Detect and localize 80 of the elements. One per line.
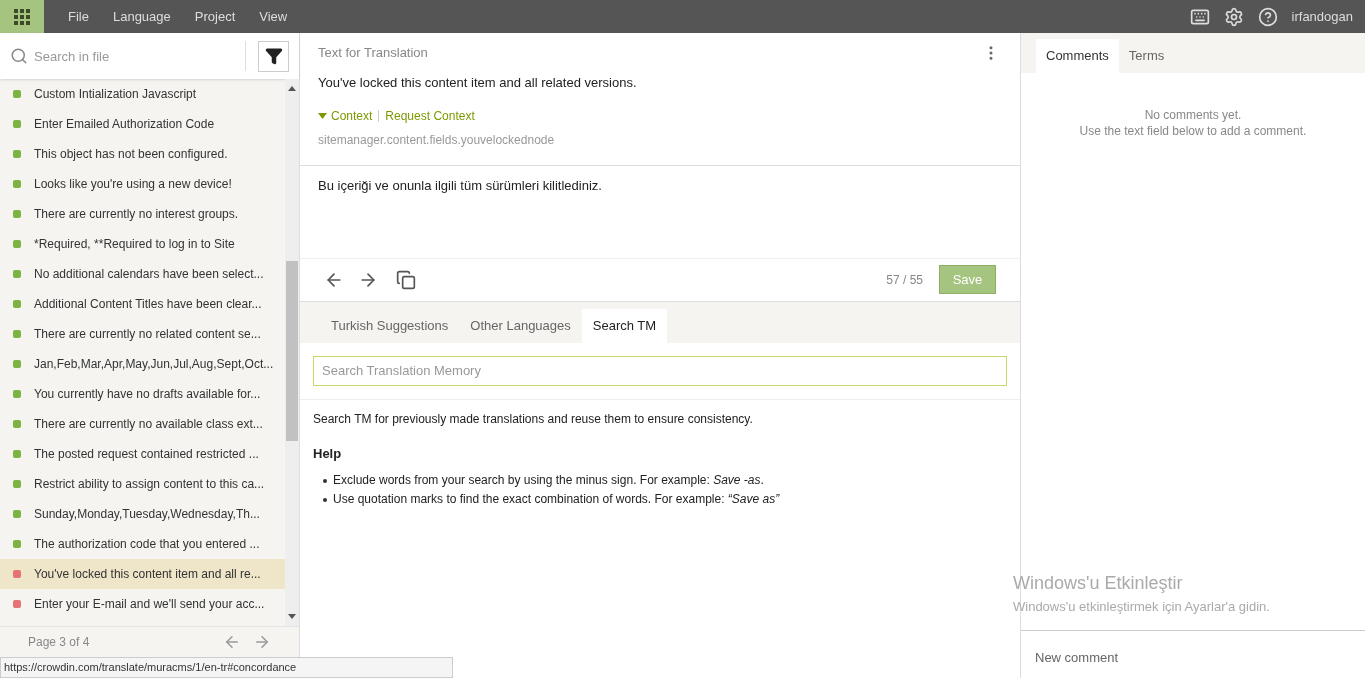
filter-button[interactable]	[258, 40, 289, 72]
suggestion-tab[interactable]: Other Languages	[459, 308, 582, 343]
string-text: There are currently no available class ext...	[34, 416, 263, 433]
menu-item[interactable]: File	[56, 6, 101, 27]
panel-title: Text for Translation	[318, 44, 428, 63]
string-list-item[interactable]: Enter Emailed Authorization Code	[0, 109, 285, 139]
string-list-item[interactable]: No additional calendars have been select...	[0, 259, 285, 289]
scrollbar[interactable]	[285, 79, 299, 626]
string-list-item[interactable]: There are currently no interest groups.	[0, 199, 285, 229]
string-list-item[interactable]: This object has not been configured.	[0, 139, 285, 169]
new-comment-field[interactable]: New comment	[1035, 648, 1351, 668]
string-text: You've locked this content item and all re...	[34, 566, 261, 583]
search-input[interactable]: Search in file	[34, 41, 245, 71]
string-text: You currently have no drafts available for...	[34, 386, 261, 403]
string-key: sitemanager.content.fields.youvelockednode	[318, 130, 1002, 149]
string-list-item[interactable]: There are currently no available class ext...	[0, 409, 285, 439]
character-counter: 57 / 55	[886, 271, 923, 289]
menu-item[interactable]: Project	[182, 6, 248, 27]
help-icon[interactable]	[1257, 6, 1278, 27]
tm-description: Search TM for previously made translations and reuse them to ensure consistency.	[313, 410, 754, 428]
tm-search-field[interactable]: Search Translation Memory	[313, 355, 1007, 386]
string-list-item[interactable]: *Required, **Required to log in to Site	[0, 229, 285, 259]
username[interactable]: irfandogan	[1291, 6, 1353, 27]
empty-comments-text: Use the text field below to add a comment.	[1079, 123, 1307, 139]
string-text: Restrict ability to assign content to this ca...	[34, 476, 265, 493]
help-heading: Help	[313, 444, 343, 463]
string-list-item[interactable]: Custom Intialization Javascript	[0, 79, 285, 109]
string-list-item[interactable]: Additional Content Titles have been clear...	[0, 289, 285, 319]
string-list-item[interactable]: You currently have no drafts available for...	[0, 379, 285, 409]
apps-menu-button[interactable]	[0, 0, 44, 33]
string-text: Looks like you're using a new device!	[34, 176, 232, 193]
string-list-item[interactable]: You've locked this content item and all re...	[0, 559, 285, 589]
string-text: Additional Content Titles have been clear...	[34, 296, 262, 313]
grid-icon	[14, 8, 30, 25]
string-text: The posted request contained restricted ...	[34, 446, 259, 463]
string-list-item[interactable]: There are currently no related content se...	[0, 319, 285, 349]
bullet-icon	[323, 497, 327, 502]
string-list-item[interactable]: Sunday,Monday,Tuesday,Wednesday,Th...	[0, 499, 285, 529]
string-list-item[interactable]: Restrict ability to assign content to this ca...	[0, 469, 285, 499]
string-text: This object has not been configured.	[34, 146, 228, 163]
string-list-item[interactable]: The posted request contained restricted ...	[0, 439, 285, 469]
scroll-up-icon[interactable]	[288, 85, 296, 91]
string-text: *Required, **Required to log in to Site	[34, 236, 235, 253]
string-text: The authorization code that you entered ...	[34, 536, 260, 553]
help-tip: Exclude words from your search by using the minus sign. For example: Save -as.	[333, 472, 764, 489]
suggestion-tab[interactable]: Search TM	[581, 308, 668, 343]
settings-icon[interactable]	[1223, 6, 1244, 27]
string-text: There are currently no related content se...	[34, 326, 261, 343]
menu-item[interactable]: View	[247, 6, 300, 27]
string-list-item[interactable]: Enter your E-mail and we'll send your acc...	[0, 589, 285, 619]
string-text: Enter your E-mail and we'll send your acc...	[34, 596, 265, 613]
string-text: No additional calendars have been select...	[34, 266, 264, 283]
menu-item[interactable]: Language	[100, 6, 183, 27]
search-icon	[10, 47, 28, 65]
source-text: You've locked this content item and all related versions.	[318, 74, 638, 92]
filter-icon	[264, 47, 283, 65]
pager-text: Page 3 of 4	[28, 633, 90, 651]
string-text: Jan,Feb,Mar,Apr,May,Jun,Jul,Aug,Sept,Oct...	[34, 356, 274, 373]
string-text: Enter Emailed Authorization Code	[34, 116, 215, 133]
string-list-item[interactable]: Looks like you're using a new device!	[0, 169, 285, 199]
activation-notice-title: Windows'u Etkinleştir	[1013, 571, 1184, 595]
empty-comments-text: No comments yet.	[1144, 107, 1242, 123]
string-text: Custom Intialization Javascript	[34, 86, 197, 103]
scrollbar-thumb[interactable]	[286, 261, 298, 441]
translation-field[interactable]: Bu içeriği ve onunla ilgili tüm sürümleri kilitlediniz.	[300, 165, 1020, 258]
caret-icon	[318, 112, 327, 119]
side-tab[interactable]: Terms	[1118, 39, 1175, 73]
string-list-item[interactable]: Jan,Feb,Mar,Apr,May,Jun,Jul,Aug,Sept,Oct...	[0, 349, 285, 379]
string-text: Sunday,Monday,Tuesday,Wednesday,Th...	[34, 506, 260, 523]
search-field[interactable]: Search in file	[0, 33, 246, 79]
scroll-down-icon[interactable]	[288, 614, 296, 620]
string-list-item[interactable]: The authorization code that you entered ...	[0, 529, 285, 559]
bullet-icon	[323, 478, 327, 483]
suggestion-tab[interactable]: Turkish Suggestions	[320, 308, 460, 343]
side-tab[interactable]: Comments	[1036, 39, 1119, 73]
string-text: There are currently no interest groups.	[34, 206, 239, 223]
activation-notice-text: Windows'u etkinleştirmek için Ayarlar'a gidin.	[1013, 597, 1270, 616]
copy-source-icon[interactable]	[396, 269, 416, 290]
status-url-tooltip: https://crowdin.com/translate/muracms/1/en-tr#concordance	[0, 657, 453, 678]
help-tip: Use quotation marks to find the exact combination of words. For example: “Save as”	[333, 491, 780, 508]
